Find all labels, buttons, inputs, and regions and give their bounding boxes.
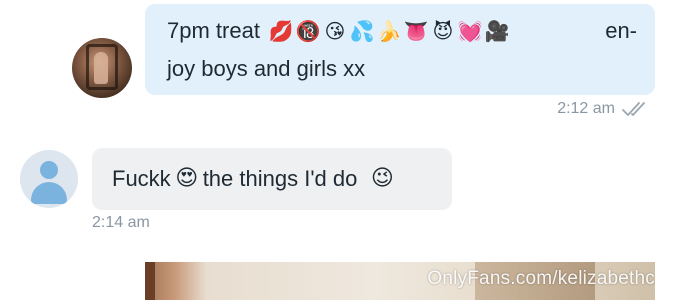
no-under-18-icon: 🔞 [295,19,321,43]
message-1-timestamp: 2:12 am [557,100,615,117]
avatar-photo-figure [94,52,108,84]
message-1-line-2: joy boys and girls xx [167,56,366,81]
avatar-head-shape [40,161,58,179]
message-1-emoji-row: 💋 🔞 😘 💦 🍌 👅 😈 💓 🎥 [268,18,510,44]
message-2-text-end: the things I'd do [202,166,358,191]
kiss-lips-icon: 💋 [268,19,294,43]
tongue-icon: 👅 [403,19,429,43]
message-2-text-start: Fuckk [112,166,171,191]
face-blowing-kiss-icon: 😘 [324,19,346,43]
watermark-text: OnlyFans.com/kelizabethc [427,268,655,289]
message-1-line-1: 7pm treat 💋 🔞 😘 💦 🍌 👅 😈 💓 🎥 en- [167,18,637,44]
message-1-meta: 2:12 am [557,100,651,118]
message-1-text-trail: en- [605,18,637,43]
message-bubble-1[interactable]: 7pm treat 💋 🔞 😘 💦 🍌 👅 😈 💓 🎥 en- joy boys… [145,4,655,95]
message-2-timestamp: 2:14 am [92,214,150,231]
message-1-text-start: 7pm treat [167,18,260,43]
smiling-devil-icon: 😈 [432,19,454,43]
chat-thread: 7pm treat 💋 🔞 😘 💦 🍌 👅 😈 💓 🎥 en- joy boys… [0,0,679,300]
media-frame-edge [145,262,155,300]
user-photo-avatar[interactable] [72,38,132,98]
movie-camera-icon: 🎥 [484,19,510,43]
beating-heart-icon: 💓 [457,19,483,43]
banana-icon: 🍌 [376,19,402,43]
winking-face-icon: 😉 [370,166,394,191]
avatar-body-shape [31,182,67,204]
double-check-icon [621,100,651,118]
sweat-droplets-icon: 💦 [349,19,375,43]
default-user-avatar[interactable] [20,150,78,208]
heart-eyes-icon: 😍 [175,166,199,191]
message-bubble-2[interactable]: Fuckk 😍 the things I'd do 😉 [92,148,452,210]
